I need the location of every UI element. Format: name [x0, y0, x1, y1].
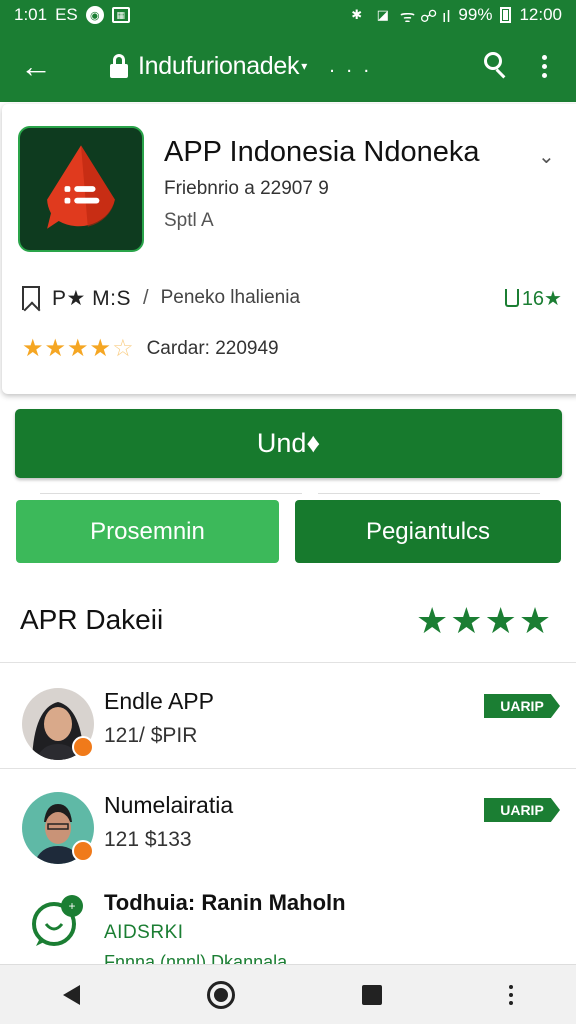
review-meta: 121 $133 — [104, 828, 192, 851]
status-signal-icons: ᯤ ☍ ıl — [399, 6, 451, 26]
app-meta-label: P★ M:S — [52, 286, 132, 310]
install-button-label: Und — [256, 428, 307, 458]
nav-home-icon[interactable] — [207, 980, 236, 1009]
secondary-button-right[interactable]: Pegiantulcs — [295, 500, 561, 563]
meta-separator: / — [143, 286, 149, 309]
review-snippet: Fnnna (nnnl) Dkannala — [104, 952, 288, 964]
search-icon[interactable] — [474, 44, 518, 88]
title-caret-icon[interactable]: ▾ — [301, 59, 307, 73]
system-nav-bar — [0, 964, 576, 1024]
app-info-card: APP Indonesia Ndoneka ⌄ Friebnrio a 2290… — [2, 104, 576, 394]
status-time-right: 12:00 — [519, 5, 562, 24]
status-left: 1:01 ES ◉ ▦ — [14, 5, 130, 25]
download-icon: ♦ — [306, 428, 321, 458]
secondary-button-left[interactable]: Prosemnin — [16, 500, 279, 563]
rating-row: ★★★★☆ Cardar: 220949 — [22, 334, 279, 363]
section-title: APR Dakeii — [20, 604, 164, 635]
battery-percent: 99% — [458, 5, 493, 24]
notification-box-icon: ▦ — [111, 7, 130, 23]
more-vert-icon[interactable] — [526, 44, 562, 88]
app-subtitle: Sptl A — [164, 210, 214, 231]
avatar-badge-icon — [72, 736, 94, 758]
developer-name[interactable]: Peneko lhalienia — [161, 287, 300, 309]
section-stars: ★★★★ — [416, 600, 554, 641]
nav-back-icon[interactable] — [63, 984, 81, 1005]
nfc-icon: ◪ — [376, 7, 389, 22]
review-author: Endle APP — [104, 688, 214, 714]
review-author[interactable]: Todhuia: Ranin Maholn — [104, 890, 346, 916]
review-item[interactable]: Endle APP 121/ $PIR UARIP — [0, 674, 576, 774]
lock-icon — [110, 54, 128, 78]
app-bar-trailing-dots: . . . — [329, 54, 373, 77]
app-date: Friebnrio a 22907 9 — [164, 178, 329, 199]
review-item[interactable]: Numelairatia 121 $133 UARIP — [0, 778, 576, 878]
nav-menu-icon[interactable] — [508, 984, 513, 1005]
status-time-left: 1:01 — [14, 5, 48, 24]
whatsapp-style-chat-icon: + — [28, 890, 88, 950]
install-button[interactable]: Und ♦ — [15, 409, 562, 478]
bookmark-icon[interactable] — [22, 286, 40, 310]
app-name: APP Indonesia Ndoneka — [164, 136, 480, 168]
battery-icon — [500, 7, 512, 23]
status-right: ✱ ◪ ᯤ ☍ ıl 99% 12:00 — [348, 4, 562, 27]
app-meta-row: P★ M:S / Peneko lhalienia 16★ — [22, 282, 562, 314]
status-bar: 1:01 ES ◉ ▦ ✱ ◪ ᯤ ☍ ıl 99% 12:00 — [0, 0, 576, 30]
bluetooth-icon: ✱ — [351, 7, 363, 22]
app-logo-icon — [18, 126, 144, 252]
avatar-badge-icon — [72, 840, 94, 862]
review-tag-badge[interactable]: UARIP — [484, 798, 560, 822]
svg-text:+: + — [68, 899, 75, 913]
likes-value: 16★ — [521, 287, 562, 310]
chevron-down-icon[interactable]: ⌄ — [538, 144, 555, 169]
list-divider — [0, 768, 576, 769]
star-rating: ★★★★☆ — [22, 334, 135, 363]
status-carrier: ES — [55, 5, 78, 24]
notification-circle-icon: ◉ — [85, 6, 104, 24]
half-star-icon: ☆ — [112, 335, 135, 362]
like-icon — [504, 289, 519, 307]
nav-recents-icon[interactable] — [361, 984, 382, 1005]
review-tag-badge[interactable]: UARIP — [484, 694, 560, 718]
rating-text: Cardar: 220949 — [146, 337, 279, 359]
review-meta: 121/ $PIR — [104, 724, 198, 747]
app-bar: ← Indufurionadek ▾ . . . — [0, 30, 576, 102]
review-tag: AIDSRKI — [104, 922, 184, 943]
likes-count: 16★ — [504, 286, 562, 311]
filled-stars: ★★★★ — [22, 335, 113, 362]
app-bar-title: Indufurionadek — [138, 51, 300, 80]
divider — [318, 493, 540, 494]
review-author: Numelairatia — [104, 792, 234, 818]
section-divider — [0, 662, 576, 663]
divider — [40, 493, 302, 494]
back-arrow-icon[interactable]: ← — [14, 44, 58, 88]
